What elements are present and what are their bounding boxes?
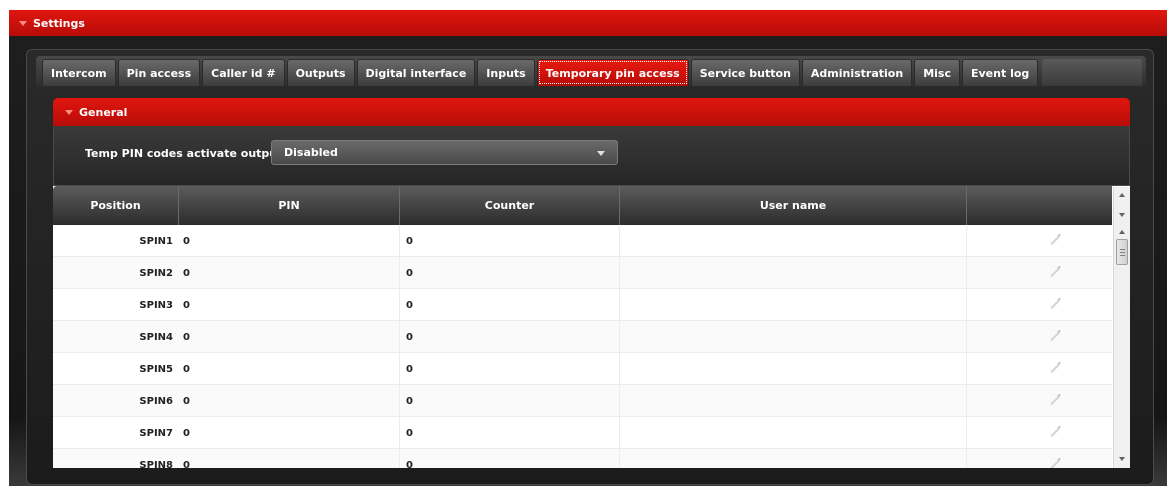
cell-position: SPIN1: [139, 235, 173, 247]
cell-position: SPIN3: [139, 299, 173, 311]
table-row[interactable]: SPIN2 0 0: [53, 257, 1112, 289]
edit-cell[interactable]: [967, 449, 1112, 468]
grip-line: [1120, 255, 1125, 256]
column-header-pin[interactable]: PIN: [179, 186, 400, 225]
grid-header: Position PIN Counter User name: [53, 186, 1112, 225]
cell-pin[interactable]: 0: [179, 289, 400, 321]
cell-user-name[interactable]: [620, 417, 967, 449]
table-row[interactable]: SPIN4 0 0: [53, 321, 1112, 353]
scroll-down-arrow-icon[interactable]: [1119, 213, 1125, 217]
tab-intercom[interactable]: Intercom: [42, 59, 116, 86]
pin-grid: Position PIN Counter User name SPIN1 0 0…: [53, 186, 1130, 468]
grip-line: [1120, 249, 1125, 250]
grid-scrollbar[interactable]: [1113, 225, 1130, 468]
tab-misc[interactable]: Misc: [914, 59, 960, 86]
cell-pin[interactable]: 0: [179, 385, 400, 417]
cell-user-name[interactable]: [620, 225, 967, 257]
edit-cell[interactable]: [967, 289, 1112, 321]
pencil-icon[interactable]: [1049, 395, 1061, 407]
temp-pin-output-select[interactable]: Disabled: [271, 140, 618, 165]
collapse-triangle-icon: [65, 109, 73, 115]
cell-pin[interactable]: 0: [179, 417, 400, 449]
grid-rows: SPIN1 0 0 SPIN2 0 0 SPIN3 0 0 SPIN4 0 0: [53, 225, 1112, 468]
collapse-triangle-icon: [19, 20, 27, 26]
cell-position: SPIN8: [139, 459, 173, 469]
pencil-icon[interactable]: [1049, 267, 1061, 279]
tab-event-log[interactable]: Event log: [962, 59, 1039, 86]
tab-pin-access[interactable]: Pin access: [117, 59, 201, 86]
scroll-down-arrow-icon[interactable]: [1119, 457, 1125, 461]
table-row[interactable]: SPIN7 0 0: [53, 417, 1112, 449]
settings-title: Settings: [33, 16, 85, 30]
edit-cell[interactable]: [967, 257, 1112, 289]
cell-pin[interactable]: 0: [179, 353, 400, 385]
grip-line: [1120, 252, 1125, 253]
cell-counter[interactable]: 0: [400, 385, 620, 417]
pencil-icon[interactable]: [1049, 235, 1061, 247]
scroll-up-arrow-icon[interactable]: [1119, 193, 1125, 197]
cell-pin[interactable]: 0: [179, 321, 400, 353]
edit-cell[interactable]: [967, 321, 1112, 353]
cell-counter[interactable]: 0: [400, 225, 620, 257]
temp-pin-output-value: Disabled: [284, 146, 338, 159]
scroll-thumb[interactable]: [1116, 239, 1128, 265]
tab-caller-id[interactable]: Caller id #: [202, 59, 285, 86]
column-header-counter[interactable]: Counter: [400, 186, 620, 225]
cell-user-name[interactable]: [620, 289, 967, 321]
pencil-icon[interactable]: [1049, 363, 1061, 375]
pencil-icon[interactable]: [1049, 427, 1061, 439]
edit-cell[interactable]: [967, 385, 1112, 417]
edit-cell[interactable]: [967, 353, 1112, 385]
cell-user-name[interactable]: [620, 321, 967, 353]
cell-user-name[interactable]: [620, 257, 967, 289]
settings-header[interactable]: Settings: [9, 10, 1167, 36]
scroll-up-arrow-icon[interactable]: [1119, 230, 1125, 234]
tab-administration[interactable]: Administration: [801, 59, 913, 86]
tab-inputs[interactable]: Inputs: [477, 59, 535, 86]
table-row[interactable]: SPIN3 0 0: [53, 289, 1112, 321]
cell-user-name[interactable]: [620, 449, 967, 468]
pencil-icon[interactable]: [1049, 299, 1061, 311]
column-header-position[interactable]: Position: [53, 186, 179, 225]
cell-counter[interactable]: 0: [400, 449, 620, 468]
tab-service-button[interactable]: Service button: [690, 59, 800, 86]
column-header-actions: [967, 186, 1112, 225]
cell-user-name[interactable]: [620, 385, 967, 417]
cell-position: SPIN7: [139, 427, 173, 439]
header-scrollbar[interactable]: [1113, 187, 1130, 225]
general-section-header[interactable]: General: [53, 98, 1130, 126]
cell-position: SPIN4: [139, 331, 173, 343]
cell-position: SPIN5: [139, 363, 173, 375]
cell-pin[interactable]: 0: [179, 449, 400, 468]
tab-bar-filler: [1042, 59, 1142, 86]
tab-bar: Intercom Pin access Caller id # Outputs …: [36, 56, 1146, 86]
tab-temporary-pin-access[interactable]: Temporary pin access: [536, 59, 689, 86]
table-row[interactable]: SPIN5 0 0: [53, 353, 1112, 385]
pencil-icon[interactable]: [1049, 331, 1061, 343]
column-header-user-name[interactable]: User name: [620, 186, 967, 225]
cell-counter[interactable]: 0: [400, 257, 620, 289]
table-row[interactable]: SPIN6 0 0: [53, 385, 1112, 417]
edit-cell[interactable]: [967, 225, 1112, 257]
general-title: General: [79, 105, 128, 119]
cell-position: SPIN6: [139, 395, 173, 407]
table-row[interactable]: SPIN1 0 0: [53, 225, 1112, 257]
temp-pin-label: Temp PIN codes activate output:: [85, 147, 287, 160]
cell-counter[interactable]: 0: [400, 353, 620, 385]
cell-user-name[interactable]: [620, 353, 967, 385]
cell-pin[interactable]: 0: [179, 225, 400, 257]
pencil-icon[interactable]: [1049, 459, 1061, 468]
cell-position: SPIN2: [139, 267, 173, 279]
cell-counter[interactable]: 0: [400, 417, 620, 449]
table-row[interactable]: SPIN8 0 0: [53, 449, 1112, 468]
cell-pin[interactable]: 0: [179, 257, 400, 289]
tab-outputs[interactable]: Outputs: [286, 59, 355, 86]
edit-cell[interactable]: [967, 417, 1112, 449]
tab-digital-interface[interactable]: Digital interface: [356, 59, 476, 86]
cell-counter[interactable]: 0: [400, 289, 620, 321]
cell-counter[interactable]: 0: [400, 321, 620, 353]
dropdown-arrow-icon: [597, 151, 605, 156]
